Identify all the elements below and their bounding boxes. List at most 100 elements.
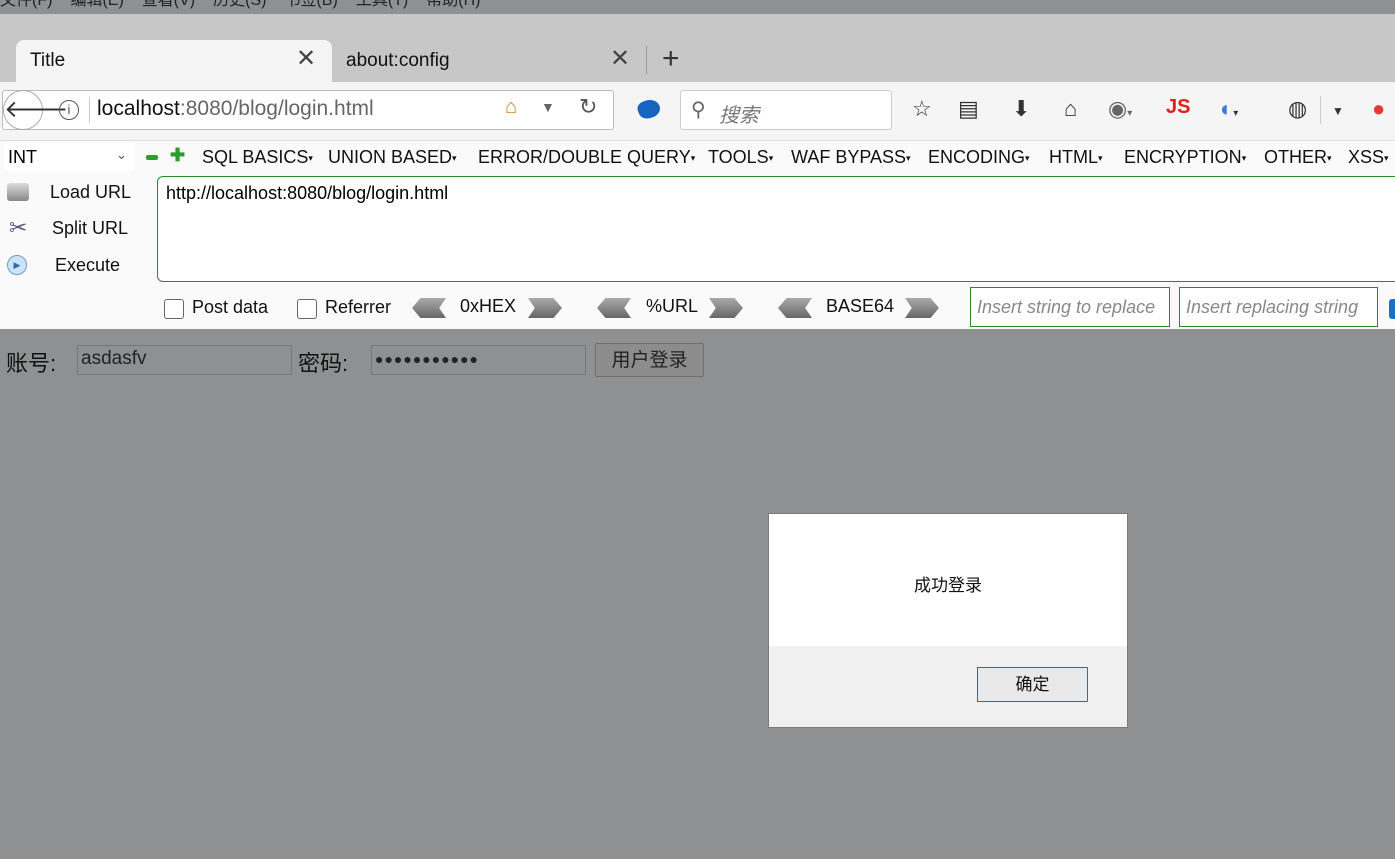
globe-icon[interactable]: ◉▾ <box>1108 96 1132 122</box>
menu-waf-bypass[interactable]: WAF BYPASS▾ <box>791 147 911 168</box>
palette-icon[interactable]: ◍ <box>1288 96 1307 122</box>
close-icon[interactable]: ✕ <box>296 44 316 73</box>
url-bar[interactable]: 🡐 i localhost:8080/blog/login.html ⌂ ▼ ↻ <box>2 90 614 130</box>
menu-bar: 文件(F) 编辑(E) 查看(V) 历史(S) 书签(B) 工具(T) 帮助(H) <box>0 0 1395 10</box>
close-icon[interactable]: ✕ <box>610 44 630 73</box>
url-decode-arrow-icon[interactable] <box>597 298 631 318</box>
password-input[interactable]: ●●●●●●●●●●● <box>371 345 586 375</box>
menu-label: HTML <box>1049 147 1098 167</box>
menu-tools[interactable]: TOOLS▾ <box>708 147 773 168</box>
menu-encryption[interactable]: ENCRYPTION▾ <box>1124 147 1246 168</box>
hackbar: INT ⌄ ✚ SQL BASICS▾ UNION BASED▾ ERROR/D… <box>0 141 1395 329</box>
url-encode-arrow-icon[interactable] <box>709 298 743 318</box>
load-url-button[interactable]: Load URL <box>0 177 150 211</box>
login-button[interactable]: 用户登录 <box>595 343 704 377</box>
addon-icon[interactable]: ● <box>1372 96 1385 122</box>
base64-decode-arrow-icon[interactable] <box>778 298 812 318</box>
base64-encode-arrow-icon[interactable] <box>905 298 939 318</box>
tab-title[interactable]: Title ✕ <box>16 40 332 84</box>
hex-encode-arrow-icon[interactable] <box>528 298 562 318</box>
replacing-string-input[interactable]: Insert replacing string <box>1179 287 1378 327</box>
menu-html[interactable]: HTML▾ <box>1049 147 1103 168</box>
home-icon[interactable]: ⌂ <box>1064 96 1077 122</box>
post-data-checkbox[interactable] <box>164 299 184 319</box>
referrer-checkbox[interactable] <box>297 299 317 319</box>
url-divider <box>89 97 90 123</box>
dropdown-icon[interactable]: ▼ <box>541 99 555 115</box>
menu-edit[interactable]: 编辑(E) <box>70 0 123 9</box>
reload-icon[interactable]: ↻ <box>579 94 597 120</box>
menu-xss[interactable]: XSS▾ <box>1348 147 1389 168</box>
menu-label: WAF BYPASS <box>791 147 907 167</box>
split-url-button[interactable]: ✂ Split URL <box>0 213 150 247</box>
overflow-icon[interactable]: ▼ <box>1332 104 1344 118</box>
dialog-body: 成功登录 <box>769 514 1127 646</box>
tab-label: about:config <box>346 50 450 71</box>
menu-bookmarks[interactable]: 书签(B) <box>284 0 337 9</box>
menu-label: OTHER <box>1264 147 1327 167</box>
js-icon[interactable]: JS <box>1166 96 1190 119</box>
base64-label: BASE64 <box>826 296 895 316</box>
menu-help[interactable]: 帮助(H) <box>426 0 480 9</box>
execute-button[interactable]: ▶ Execute <box>0 250 150 284</box>
scissors-icon: ✂ <box>9 215 28 240</box>
reading-list-icon[interactable]: ▤ <box>958 96 979 122</box>
tab-about-config[interactable]: about:config ✕ <box>332 40 644 82</box>
menu-tools[interactable]: 工具(T) <box>356 0 408 9</box>
bookmark-star-icon[interactable]: ☆ <box>912 96 932 122</box>
load-url-icon <box>7 183 29 201</box>
caret-icon: ▾ <box>1098 152 1103 163</box>
plus-icon[interactable]: ✚ <box>170 145 185 166</box>
account-input[interactable]: asdasfv <box>77 345 292 375</box>
search-icon: ⚲ <box>691 99 706 121</box>
home-page-icon[interactable]: ⌂ <box>505 96 517 119</box>
menu-error-double-query[interactable]: ERROR/DOUBLE QUERY▾ <box>478 147 695 168</box>
download-icon[interactable]: ⬇ <box>1012 96 1030 122</box>
chevron-down-icon: ⌄ <box>116 147 127 162</box>
menu-label: ENCRYPTION <box>1124 147 1242 167</box>
extension-icon[interactable] <box>635 96 663 122</box>
execute-label: Execute <box>55 255 121 275</box>
password-label: 密码: <box>298 351 349 376</box>
account-label: 账号: <box>6 351 57 376</box>
caret-icon: ▾ <box>308 152 313 163</box>
menu-union-based[interactable]: UNION BASED▾ <box>328 147 457 168</box>
back-icon[interactable]: 🡐 <box>3 90 68 130</box>
menu-encoding[interactable]: ENCODING▾ <box>928 147 1030 168</box>
menu-view[interactable]: 查看(V) <box>142 0 195 9</box>
menu-label: UNION BASED <box>328 147 453 167</box>
new-tab-icon[interactable]: + <box>662 42 680 76</box>
url-host: localhost <box>97 97 180 120</box>
menu-sql-basics[interactable]: SQL BASICS▾ <box>202 147 313 168</box>
split-url-label: Split URL <box>52 218 129 238</box>
url-text[interactable]: localhost:8080/blog/login.html <box>97 97 374 121</box>
hex-decode-arrow-icon[interactable] <box>412 298 446 318</box>
dialog-message: 成功登录 <box>914 576 982 595</box>
toolbar-divider <box>1320 96 1321 124</box>
caret-icon: ▾ <box>690 152 696 163</box>
info-icon[interactable]: i <box>59 100 79 120</box>
search-bar[interactable]: ⚲ 搜索 <box>680 90 892 130</box>
menu-label: ENCODING <box>928 147 1026 167</box>
replace-string-input[interactable]: Insert string to replace <box>970 287 1170 327</box>
tab-divider <box>646 46 647 74</box>
menu-file[interactable]: 文件(F) <box>0 0 52 9</box>
caret-icon: ▾ <box>906 152 911 163</box>
translate-icon[interactable]: ◐▾ <box>1220 96 1238 122</box>
hex-label: 0xHEX <box>460 296 517 316</box>
type-select-value: INT <box>8 147 37 167</box>
search-placeholder: 搜索 <box>719 105 759 127</box>
type-select[interactable]: INT ⌄ <box>4 143 134 171</box>
replace-button[interactable] <box>1389 299 1395 319</box>
caret-icon: ▾ <box>1384 152 1389 163</box>
menu-label: SQL BASICS <box>202 147 309 167</box>
tab-label: Title <box>30 50 66 71</box>
ok-button[interactable]: 确定 <box>977 667 1088 702</box>
caret-icon: ▾ <box>1327 152 1332 163</box>
menu-other[interactable]: OTHER▾ <box>1264 147 1332 168</box>
url-textarea[interactable]: http://localhost:8080/blog/login.html <box>157 176 1395 282</box>
minus-icon[interactable] <box>146 155 158 160</box>
load-url-label: Load URL <box>50 182 132 202</box>
menu-history[interactable]: 历史(S) <box>213 0 266 9</box>
menu-label: TOOLS <box>708 147 769 167</box>
